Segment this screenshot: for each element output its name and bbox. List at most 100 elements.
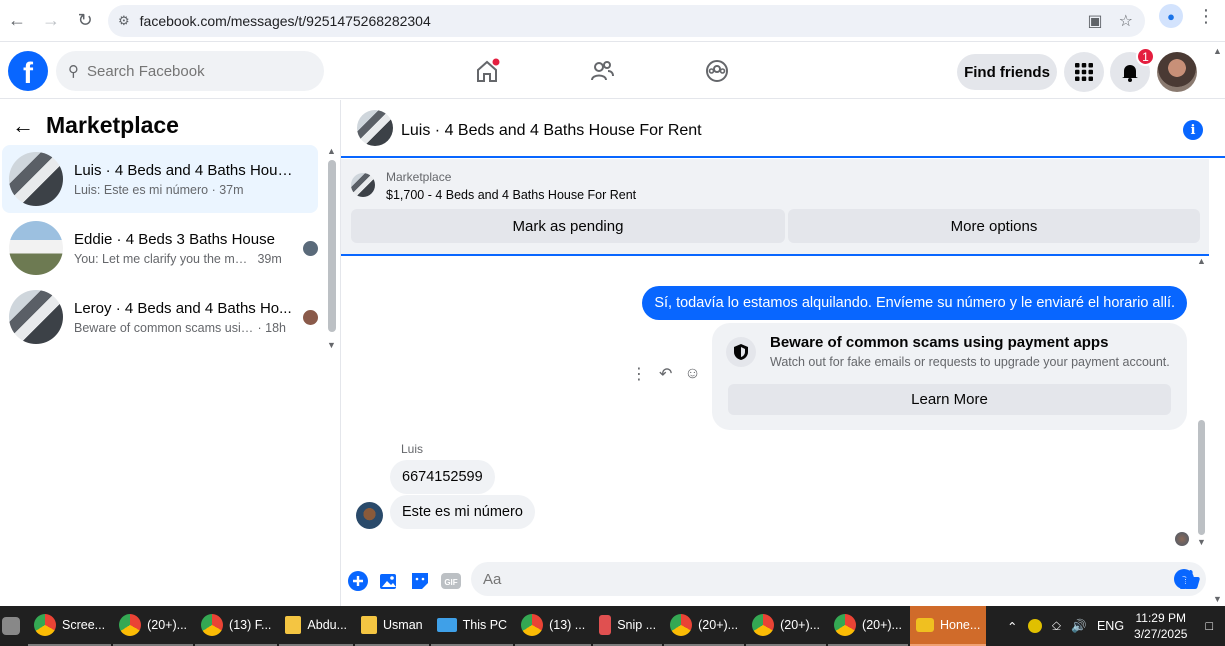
- taskbar-label: (20+)...: [780, 618, 821, 632]
- volume-icon[interactable]: 🔊: [1071, 619, 1087, 634]
- taskbar-label: This PC: [462, 618, 508, 632]
- facebook-logo[interactable]: f: [8, 51, 48, 91]
- network-icon[interactable]: ⎐: [1052, 619, 1062, 634]
- browser-menu-icon[interactable]: ⋮: [1197, 6, 1215, 27]
- bookmark-star-icon[interactable]: ☆: [1119, 11, 1133, 31]
- address-bar[interactable]: ⚙ facebook.com/messages/t/92514752682823…: [108, 5, 1145, 37]
- chrome-icon: [119, 614, 142, 636]
- conversation-item[interactable]: Leroy · 4 Beds and 4 Baths Ho... Beware …: [2, 283, 318, 351]
- menu-grid-icon[interactable]: [1064, 52, 1104, 92]
- incoming-message[interactable]: 6674152599: [390, 460, 495, 494]
- listing-thumbnail[interactable]: [351, 173, 375, 197]
- taskbar-item[interactable]: (13) F...: [195, 606, 278, 646]
- conversation-item[interactable]: Eddie · 4 Beds 3 Baths House You: Let me…: [2, 214, 318, 282]
- info-icon[interactable]: i: [1183, 120, 1203, 140]
- chat-scrollbar[interactable]: [1198, 420, 1205, 535]
- reply-icon[interactable]: ↶: [659, 364, 672, 384]
- back-arrow-icon[interactable]: ←: [0, 4, 34, 38]
- learn-more-button[interactable]: Learn More: [728, 384, 1171, 415]
- more-icon[interactable]: ⋮: [631, 364, 647, 384]
- install-app-icon[interactable]: ▣: [1088, 11, 1103, 31]
- sticker-icon[interactable]: [410, 571, 430, 591]
- taskbar-item[interactable]: (20+)...: [828, 606, 908, 646]
- account-avatar[interactable]: [1157, 52, 1197, 92]
- taskbar-item[interactable]: (13) ...: [515, 606, 592, 646]
- taskbar-item[interactable]: (20+)...: [113, 606, 194, 646]
- search-icon: ⚲: [68, 63, 79, 80]
- taskbar-item[interactable]: (20+)...: [664, 606, 745, 646]
- forward-arrow-icon[interactable]: →: [34, 4, 68, 38]
- back-arrow-icon[interactable]: ←: [12, 113, 34, 139]
- plus-icon[interactable]: [348, 571, 368, 591]
- scroll-down-arrow-icon[interactable]: ▼: [327, 340, 336, 350]
- taskbar-item[interactable]: Usman: [355, 606, 429, 646]
- mark-as-pending-button[interactable]: Mark as pending: [351, 209, 785, 243]
- system-tray: ⌃ ⎐ 🔊 ENG 11:29 PM 3/27/2025 □: [1007, 606, 1225, 646]
- sidebar-title: Marketplace: [46, 112, 179, 138]
- find-friends-button[interactable]: Find friends: [957, 54, 1057, 90]
- taskbar-item[interactable]: This PC: [430, 606, 514, 646]
- listing-title[interactable]: $1,700 - 4 Beds and 4 Baths House For Re…: [386, 188, 636, 202]
- site-settings-icon[interactable]: ⚙: [118, 13, 130, 29]
- chrome-icon: [521, 614, 544, 636]
- taskbar-item-active[interactable]: Hone...: [909, 606, 987, 646]
- taskbar-item[interactable]: (20+)...: [746, 606, 827, 646]
- photo-icon[interactable]: [379, 571, 399, 591]
- chat-header: Luis · 4 Beds and 4 Baths House For Rent…: [341, 100, 1225, 158]
- message-thread: Sí, todavía lo estamos alquilando. Envíe…: [341, 258, 1197, 558]
- seen-avatar: [1175, 532, 1189, 546]
- taskbar-item[interactable]: Scree...: [28, 606, 112, 646]
- gif-icon[interactable]: GIF: [441, 571, 461, 591]
- conversation-name: Luis · 4 Beds and 4 Baths House ...: [74, 161, 299, 179]
- reload-icon[interactable]: ↻: [68, 4, 102, 38]
- conversation-snippet: Beware of common scams usin...: [74, 320, 254, 335]
- incoming-message[interactable]: Este es mi número: [390, 495, 535, 529]
- conversation-time: 39m: [257, 251, 282, 266]
- sidebar-scrollbar[interactable]: [328, 160, 336, 332]
- message-input[interactable]: [483, 570, 1123, 588]
- scroll-down-arrow-icon[interactable]: ▼: [1197, 537, 1206, 547]
- page-scroll-down-icon[interactable]: ▼: [1213, 594, 1222, 604]
- listing-label: Marketplace: [386, 170, 452, 184]
- language-indicator[interactable]: ENG: [1097, 619, 1124, 633]
- chrome-icon: [752, 614, 775, 636]
- scroll-up-arrow-icon[interactable]: ▲: [327, 146, 336, 156]
- chrome-icon: [670, 614, 693, 636]
- page-scroll-up-icon[interactable]: ▲: [1213, 46, 1222, 56]
- conversation-thumbnail: [9, 221, 63, 275]
- scam-warning-subtitle: Watch out for fake emails or requests to…: [770, 355, 1170, 369]
- conversation-time: · 18h: [257, 320, 286, 335]
- home-icon[interactable]: [469, 53, 505, 89]
- chrome-icon: [34, 614, 56, 636]
- taskbar-item[interactable]: Abdu...: [279, 606, 354, 646]
- conversation-item[interactable]: Luis · 4 Beds and 4 Baths House ... Luis…: [2, 145, 318, 213]
- listing-banner: Marketplace $1,700 - 4 Beds and 4 Baths …: [341, 159, 1209, 256]
- message-input-box[interactable]: ☺: [471, 562, 1206, 596]
- show-hidden-icons-icon[interactable]: ⌃: [1007, 619, 1017, 634]
- folder-icon: [361, 616, 378, 634]
- read-receipt-avatar: [303, 309, 318, 325]
- facebook-header: f ⚲ Find friends 1: [0, 43, 1225, 99]
- browser-profile-icon[interactable]: ●: [1159, 4, 1183, 28]
- groups-icon[interactable]: [699, 53, 735, 89]
- taskbar-item[interactable]: Snip ...: [593, 606, 663, 646]
- scroll-up-arrow-icon[interactable]: ▲: [1197, 256, 1206, 266]
- app-icon: [2, 617, 20, 635]
- snipping-tool-icon: [599, 615, 612, 635]
- friends-icon[interactable]: [584, 53, 620, 89]
- taskbar-label: Usman: [383, 618, 423, 632]
- more-options-button[interactable]: More options: [788, 209, 1200, 243]
- tray-app-icon[interactable]: [1027, 619, 1042, 633]
- scam-warning-card: Beware of common scams using payment app…: [712, 323, 1187, 430]
- thumbs-up-icon[interactable]: [1179, 568, 1201, 595]
- clock[interactable]: 11:29 PM 3/27/2025: [1134, 610, 1187, 642]
- chat-avatar[interactable]: [357, 110, 393, 146]
- react-smiley-icon[interactable]: ☺: [684, 365, 700, 383]
- sender-avatar[interactable]: [356, 502, 383, 529]
- search-input[interactable]: [87, 62, 287, 80]
- search-box[interactable]: ⚲: [56, 51, 324, 91]
- taskbar-pinned-app[interactable]: [0, 606, 26, 646]
- notification-center-icon[interactable]: □: [1205, 619, 1213, 633]
- outgoing-message[interactable]: Sí, todavía lo estamos alquilando. Envíe…: [642, 286, 1187, 320]
- chat-title[interactable]: Luis · 4 Beds and 4 Baths House For Rent: [401, 122, 702, 140]
